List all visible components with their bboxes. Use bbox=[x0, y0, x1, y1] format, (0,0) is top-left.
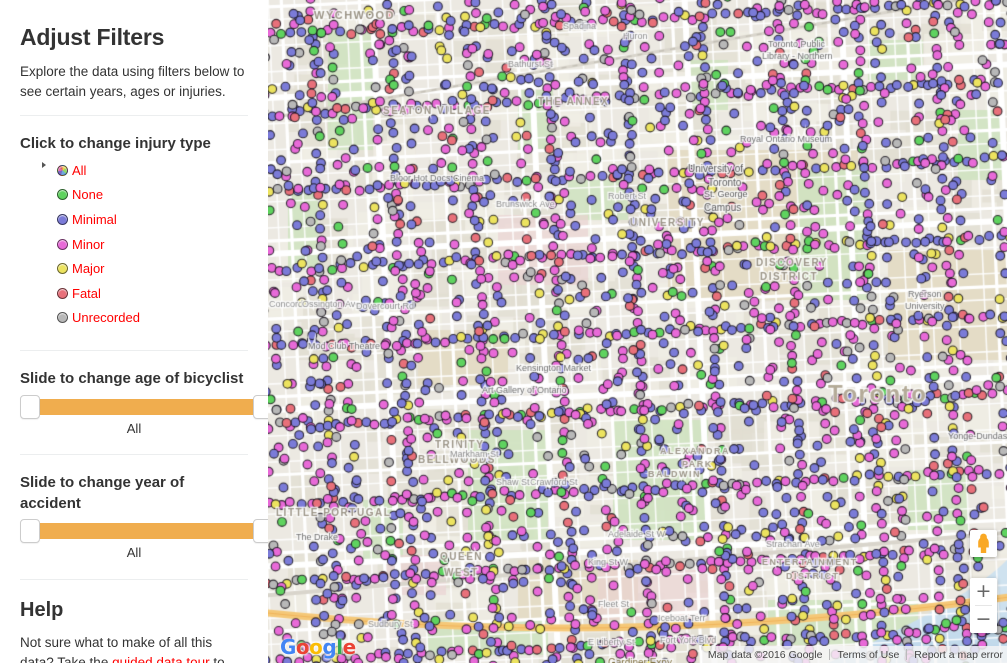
filters-sidebar: Adjust Filters Explore the data using fi… bbox=[0, 0, 268, 663]
expand-caret-icon bbox=[42, 162, 46, 169]
red-circle-icon bbox=[57, 287, 68, 299]
zoom-controls: + − bbox=[970, 578, 997, 633]
age-slider-max-handle[interactable] bbox=[253, 394, 268, 419]
grey-circle-icon bbox=[57, 312, 68, 324]
divider-1 bbox=[20, 114, 248, 116]
year-filter-block: Slide to change year of accident All bbox=[20, 472, 268, 561]
report-map-error-link[interactable]: Report a map error bbox=[914, 649, 1003, 661]
google-map[interactable]: Google + − Map data ©2016 Google Terms o… bbox=[268, 0, 1007, 663]
zoom-in-button[interactable]: + bbox=[970, 578, 997, 605]
year-slider-min-handle[interactable] bbox=[20, 519, 40, 544]
help-title: Help bbox=[20, 599, 64, 622]
injury-option-unrecorded[interactable]: Unrecorded bbox=[57, 306, 248, 331]
injury-option-minor[interactable]: Minor bbox=[57, 232, 248, 257]
zoom-out-button[interactable]: − bbox=[970, 606, 997, 633]
injury-option-label: All bbox=[72, 162, 87, 178]
injury-option-label: Major bbox=[72, 261, 105, 277]
injury-option-minimal[interactable]: Minimal bbox=[57, 207, 248, 232]
age-slider-value: All bbox=[126, 420, 142, 436]
age-filter-block: Slide to change age of bicyclist All bbox=[20, 368, 268, 436]
map-data-credit: Map data ©2016 Google bbox=[707, 648, 823, 661]
multicolor-circle-icon bbox=[57, 164, 68, 176]
injury-option-none[interactable]: None bbox=[57, 183, 248, 208]
injury-option-label: Minor bbox=[72, 236, 105, 252]
age-slider-label: Slide to change age of bicyclist bbox=[20, 370, 244, 388]
blue-circle-icon bbox=[57, 214, 68, 226]
injury-option-all[interactable]: All bbox=[42, 158, 248, 183]
guided-data-tour-link[interactable]: guided data tour bbox=[112, 655, 210, 663]
yellow-circle-icon bbox=[57, 263, 68, 275]
injury-type-list: All None Minimal Minor Major Fatal Unrec… bbox=[20, 158, 248, 330]
google-logo: Google bbox=[280, 635, 356, 659]
year-range-slider[interactable] bbox=[20, 519, 268, 544]
injury-option-fatal[interactable]: Fatal bbox=[57, 281, 248, 306]
help-text: Not sure what to make of all this data? … bbox=[20, 633, 248, 663]
map-tiles-canvas[interactable] bbox=[268, 0, 1007, 663]
injury-option-label: Fatal bbox=[72, 285, 101, 301]
divider-2 bbox=[20, 350, 248, 352]
divider-3 bbox=[20, 453, 248, 455]
street-view-pegman-control[interactable] bbox=[970, 530, 997, 557]
panel-description: Explore the data using filters below to … bbox=[20, 64, 245, 99]
divider-4 bbox=[20, 579, 248, 581]
injury-type-heading: Click to change injury type bbox=[20, 134, 211, 152]
page-title: Adjust Filters bbox=[20, 24, 165, 50]
year-slider-label: Slide to change year of accident bbox=[20, 473, 185, 512]
injury-option-label: Unrecorded bbox=[72, 310, 140, 326]
injury-option-label: Minimal bbox=[72, 212, 117, 228]
age-range-slider[interactable] bbox=[20, 394, 268, 419]
attribution-separator-1 bbox=[829, 649, 831, 660]
injury-option-label: None bbox=[72, 187, 104, 203]
attribution-separator-2 bbox=[906, 649, 908, 660]
terms-of-use-link[interactable]: Terms of Use bbox=[837, 649, 899, 661]
green-circle-icon bbox=[57, 189, 68, 201]
year-slider-max-handle[interactable] bbox=[253, 519, 268, 544]
injury-option-major[interactable]: Major bbox=[57, 256, 248, 281]
year-slider-value: All bbox=[126, 545, 142, 561]
pegman-icon bbox=[978, 533, 989, 553]
age-slider-min-handle[interactable] bbox=[20, 394, 40, 419]
bicycle-accident-map-app: Adjust Filters Explore the data using fi… bbox=[0, 0, 1007, 663]
magenta-circle-icon bbox=[57, 238, 68, 250]
map-attribution-bar: Map data ©2016 Google Terms of Use Repor… bbox=[701, 646, 1007, 663]
